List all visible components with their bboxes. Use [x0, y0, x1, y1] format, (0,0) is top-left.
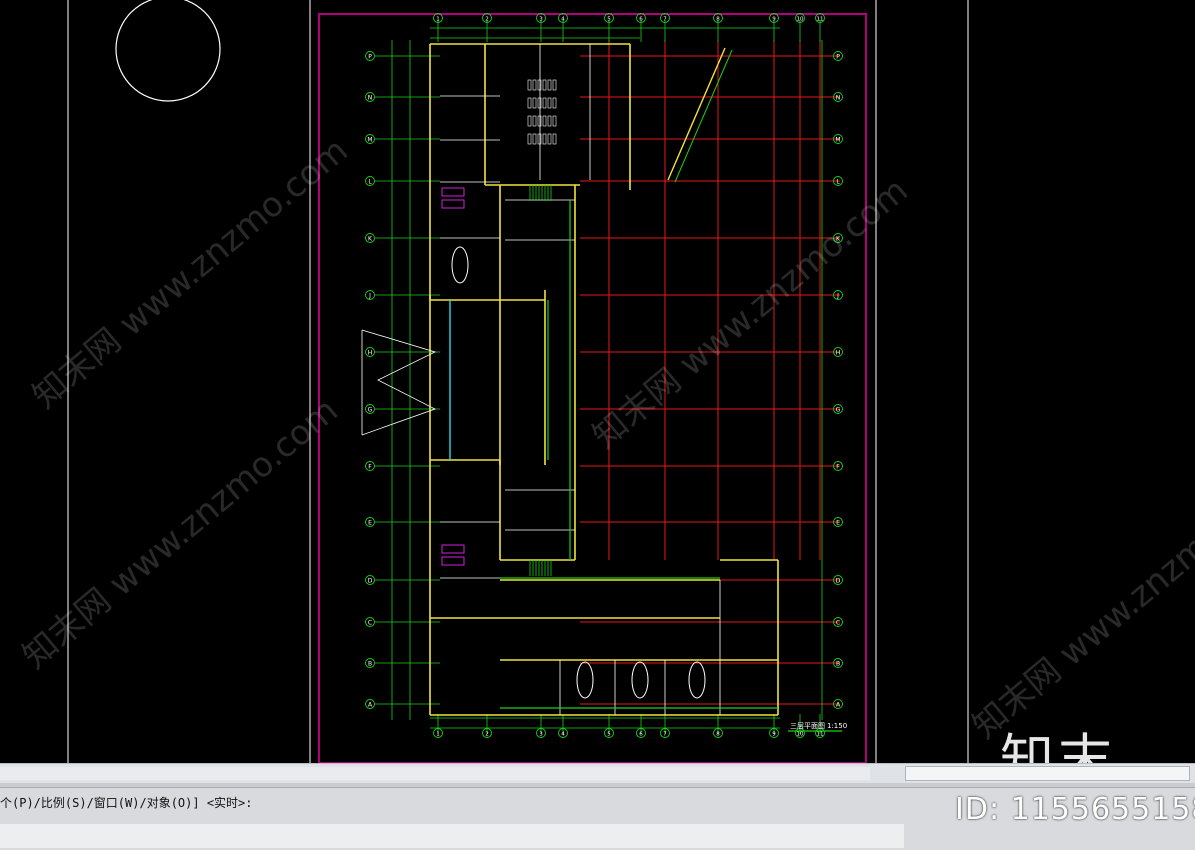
axis-label: 6 — [639, 732, 643, 738]
axis-label: 4 — [561, 17, 565, 23]
seat-fixture — [552, 133, 557, 145]
axis-label: F — [836, 464, 840, 471]
seat-fixture — [527, 133, 532, 145]
oval-room-fixture — [576, 661, 594, 699]
axis-label: 8 — [716, 17, 720, 23]
building-outline — [361, 43, 779, 716]
axis-label: 9 — [772, 732, 776, 738]
axis-label: C — [836, 620, 840, 627]
axis-label: D — [836, 578, 841, 585]
axis-label: 4 — [561, 732, 565, 738]
axis-label: 1 — [436, 732, 440, 738]
axis-label: B — [368, 661, 372, 668]
axis-label: B — [836, 661, 840, 668]
model-viewport[interactable]: PPNNMMLLKKJJHHGGFFEEDDCCBBAA112233445566… — [0, 0, 1195, 763]
seat-fixture — [527, 79, 532, 91]
axis-label: 10 — [797, 17, 804, 23]
axis-label: C — [368, 620, 372, 627]
seat-fixture — [547, 133, 552, 145]
seat-fixture — [542, 97, 547, 109]
axis-label: L — [836, 179, 840, 186]
seat-fixture — [537, 79, 542, 91]
seat-fixture — [532, 79, 537, 91]
seat-fixture — [547, 97, 552, 109]
axis-label: E — [368, 520, 372, 527]
seat-fixture — [532, 115, 537, 127]
toilet-fixture — [441, 556, 465, 566]
axis-label: M — [835, 137, 840, 144]
axis-label: 9 — [772, 17, 776, 23]
axis-label: J — [836, 293, 839, 300]
scrollbar-thumb[interactable] — [905, 766, 1190, 781]
seat-fixture — [547, 115, 552, 127]
external-stair — [674, 49, 733, 183]
horizontal-scrollbar[interactable]: ‹ — [0, 763, 1195, 783]
toilet-fixture — [441, 187, 465, 197]
axis-label: 3 — [539, 17, 543, 23]
axis-label: P — [836, 54, 840, 61]
axis-label: G — [836, 407, 841, 414]
seat-fixture — [542, 115, 547, 127]
axis-label: 2 — [485, 17, 489, 23]
oval-room-fixture — [688, 661, 706, 699]
axis-label: 10 — [797, 732, 804, 738]
oval-room-fixture — [451, 246, 469, 284]
axis-label: P — [368, 54, 372, 61]
seat-fixture — [542, 79, 547, 91]
axis-label: 6 — [639, 17, 643, 23]
seat-fixture — [537, 133, 542, 145]
command-prompt-text: 个(P)/比例(S)/窗口(W)/对象(O)] <实时>: — [0, 796, 253, 810]
axis-label: 2 — [485, 732, 489, 738]
seat-fixture — [532, 97, 537, 109]
seat-fixture — [552, 97, 557, 109]
command-line-panel[interactable]: 个(P)/比例(S)/窗口(W)/对象(O)] <实时>: — [0, 787, 1195, 850]
axis-label: N — [368, 95, 373, 102]
axis-label: F — [368, 464, 372, 471]
oval-room-fixture — [631, 661, 649, 699]
axis-label: 11 — [817, 732, 824, 738]
seat-fixture — [552, 115, 557, 127]
axis-label: 7 — [663, 17, 667, 23]
seat-fixture — [552, 79, 557, 91]
axis-label: E — [836, 520, 840, 527]
axis-label: 5 — [607, 17, 611, 23]
command-input[interactable] — [0, 824, 904, 848]
axis-label: 11 — [817, 17, 824, 23]
axis-label: G — [368, 407, 373, 414]
ucs-circle-icon — [115, 0, 221, 102]
sheet-frame — [318, 13, 867, 763]
drawing-title: 三层平面图 — [790, 722, 825, 730]
seat-fixture — [527, 115, 532, 127]
toilet-fixture — [441, 544, 465, 554]
floor-plan-drawing: P PN NM ML LK KJ JH HG GF FE ED DC CB BA A112233445566… — [67, 0, 969, 763]
axis-label: N — [836, 95, 841, 102]
axis-label: 7 — [663, 732, 667, 738]
seat-fixture — [532, 133, 537, 145]
axis-labels: P PN NM ML LK KJ JH HG GF FE ED DC CB BA A112233445566… — [365, 13, 843, 738]
axis-label: 5 — [607, 732, 611, 738]
drawing-scale: 1:150 — [827, 722, 847, 730]
axis-label: D — [368, 578, 373, 585]
axis-label: 3 — [539, 732, 543, 738]
axis-label: M — [367, 137, 372, 144]
axis-label: H — [368, 350, 373, 357]
entrance-canopy — [361, 329, 437, 436]
seat-fixture — [547, 79, 552, 91]
seat-fixture — [527, 97, 532, 109]
axis-label: 1 — [436, 17, 440, 23]
scrollbar-track[interactable] — [0, 767, 870, 780]
seat-fixture — [537, 97, 542, 109]
axis-label: J — [368, 293, 371, 300]
axis-grid — [375, 20, 840, 734]
axis-label: 8 — [716, 732, 720, 738]
seat-fixture — [542, 133, 547, 145]
toilet-fixture — [441, 199, 465, 209]
axis-label: H — [836, 350, 841, 357]
axis-label: L — [368, 179, 372, 186]
seat-fixture — [537, 115, 542, 127]
external-stair — [667, 47, 726, 181]
